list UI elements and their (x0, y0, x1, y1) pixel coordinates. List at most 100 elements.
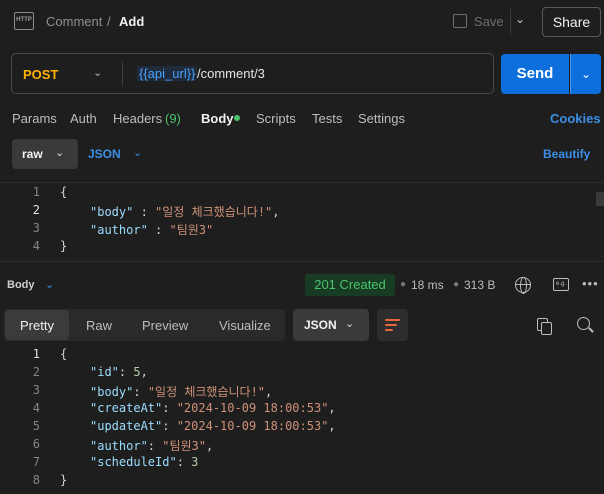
line-number: 1 (32, 185, 40, 199)
json-key: "author" (90, 223, 148, 237)
tab-settings[interactable]: Settings (358, 111, 405, 126)
scrollbar-thumb[interactable] (596, 192, 604, 206)
method-select[interactable]: POST (23, 67, 58, 82)
line-number: 3 (32, 221, 40, 235)
wrap-lines-icon[interactable] (385, 318, 400, 332)
body-active-dot-icon (234, 115, 240, 121)
json-key: "body" (90, 385, 134, 399)
url-variable[interactable]: {{api_url}} (137, 66, 198, 81)
json-comma: , (272, 205, 280, 219)
http-request-icon: HTTP (14, 12, 34, 30)
separator-dot: ● (400, 279, 407, 290)
json-value: "일정 체크했습니다!" (147, 385, 266, 399)
globe-icon[interactable] (515, 277, 531, 294)
json-value: "2024-10-09 18:00:53" (176, 401, 329, 415)
code-line: "createAt": "2024-10-09 18:00:53", (90, 401, 336, 415)
send-button[interactable]: Send (501, 54, 569, 94)
json-separator: : (147, 439, 163, 453)
chevron-down-icon[interactable]: ⌄ (45, 278, 54, 291)
chevron-down-icon[interactable]: ⌄ (345, 317, 354, 330)
breadcrumb-separator: / (107, 14, 111, 29)
breadcrumb-collection[interactable]: Comment (46, 14, 102, 29)
tab-preview[interactable]: Preview (142, 318, 188, 333)
tab-scripts[interactable]: Scripts (256, 111, 296, 126)
url-input[interactable]: /comment/3 (197, 66, 265, 81)
json-value: 5 (133, 365, 141, 379)
body-mode-label[interactable]: raw (22, 147, 43, 161)
tab-raw[interactable]: Raw (86, 318, 112, 333)
json-comma: , (328, 419, 336, 433)
search-icon[interactable] (577, 317, 590, 330)
tab-params[interactable]: Params (12, 111, 57, 126)
code-line: } (60, 239, 68, 253)
json-separator: : (118, 365, 134, 379)
code-line: "author" : "팀원3" (90, 221, 213, 238)
response-section-select[interactable]: Body (7, 279, 35, 291)
json-comma: , (140, 365, 148, 379)
cookies-link[interactable]: Cookies (550, 111, 601, 126)
code-line: } (60, 473, 68, 487)
code-line: "scheduleId": 3 (90, 455, 198, 469)
body-format-select[interactable]: JSON (88, 147, 121, 161)
tab-visualize[interactable]: Visualize (219, 318, 271, 333)
json-key: "scheduleId" (90, 455, 177, 469)
json-value: "팀원3" (169, 223, 214, 237)
json-separator: : (176, 455, 192, 469)
line-number: 4 (32, 239, 40, 253)
chevron-down-icon[interactable]: ⌄ (133, 146, 142, 159)
beautify-button[interactable]: Beautify (543, 147, 590, 161)
json-separator: : (162, 401, 177, 415)
code-line: "id": 5, (90, 365, 148, 379)
json-key: "createAt" (90, 401, 163, 415)
json-comma: , (328, 401, 336, 415)
headers-count-badge: (9) (165, 111, 181, 126)
line-number: 8 (32, 473, 40, 487)
copy-icon[interactable] (537, 318, 552, 335)
json-key: "author" (90, 439, 148, 453)
save-as-example-icon[interactable]: e.g. (553, 278, 569, 291)
chevron-down-icon[interactable]: ⌄ (55, 146, 64, 159)
code-line: { (60, 347, 68, 361)
tab-pretty[interactable]: Pretty (20, 318, 54, 333)
line-number: 5 (32, 419, 40, 433)
code-line: "body" : "일정 체크했습니다!", (90, 203, 280, 220)
line-number: 2 (32, 203, 40, 217)
code-line: "body": "일정 체크했습니다!", (90, 383, 272, 400)
response-format-label[interactable]: JSON (304, 318, 337, 332)
save-button[interactable]: Save (474, 14, 504, 29)
more-options-icon[interactable]: ••• (582, 276, 599, 291)
json-separator: : (133, 385, 148, 399)
tab-headers[interactable]: Headers (113, 111, 162, 126)
chevron-down-icon[interactable]: ⌄ (93, 66, 102, 79)
code-line: "updateAt": "2024-10-09 18:00:53", (90, 419, 336, 433)
response-time[interactable]: 18 ms (411, 278, 444, 292)
response-size[interactable]: 313 B (464, 278, 495, 292)
send-options-chevron-icon[interactable]: ⌄ (570, 54, 601, 94)
url-divider (122, 62, 123, 86)
line-number: 3 (32, 383, 40, 397)
json-separator: : (147, 223, 170, 237)
breadcrumb-request-name[interactable]: Add (119, 14, 144, 29)
json-key: "updateAt" (90, 419, 163, 433)
separator-dot: ● (453, 279, 460, 290)
json-comma: , (265, 385, 273, 399)
tab-tests[interactable]: Tests (312, 111, 342, 126)
json-value: "팀원3" (162, 439, 207, 453)
line-number: 2 (32, 365, 40, 379)
tab-body[interactable]: Body (201, 111, 234, 126)
share-button[interactable]: Share (542, 7, 601, 37)
json-separator: : (133, 205, 156, 219)
save-divider (510, 9, 511, 35)
json-comma: , (206, 439, 214, 453)
json-separator: : (162, 419, 177, 433)
line-number: 6 (32, 437, 40, 451)
json-value: "2024-10-09 18:00:53" (176, 419, 329, 433)
chevron-down-icon[interactable]: ⌄ (515, 12, 525, 26)
line-number: 4 (32, 401, 40, 415)
json-key: "id" (90, 365, 119, 379)
status-badge[interactable]: 201 Created (305, 274, 395, 296)
code-line: "author": "팀원3", (90, 437, 213, 454)
line-number: 1 (32, 347, 40, 361)
tab-auth[interactable]: Auth (70, 111, 97, 126)
json-key: "body" (90, 205, 134, 219)
